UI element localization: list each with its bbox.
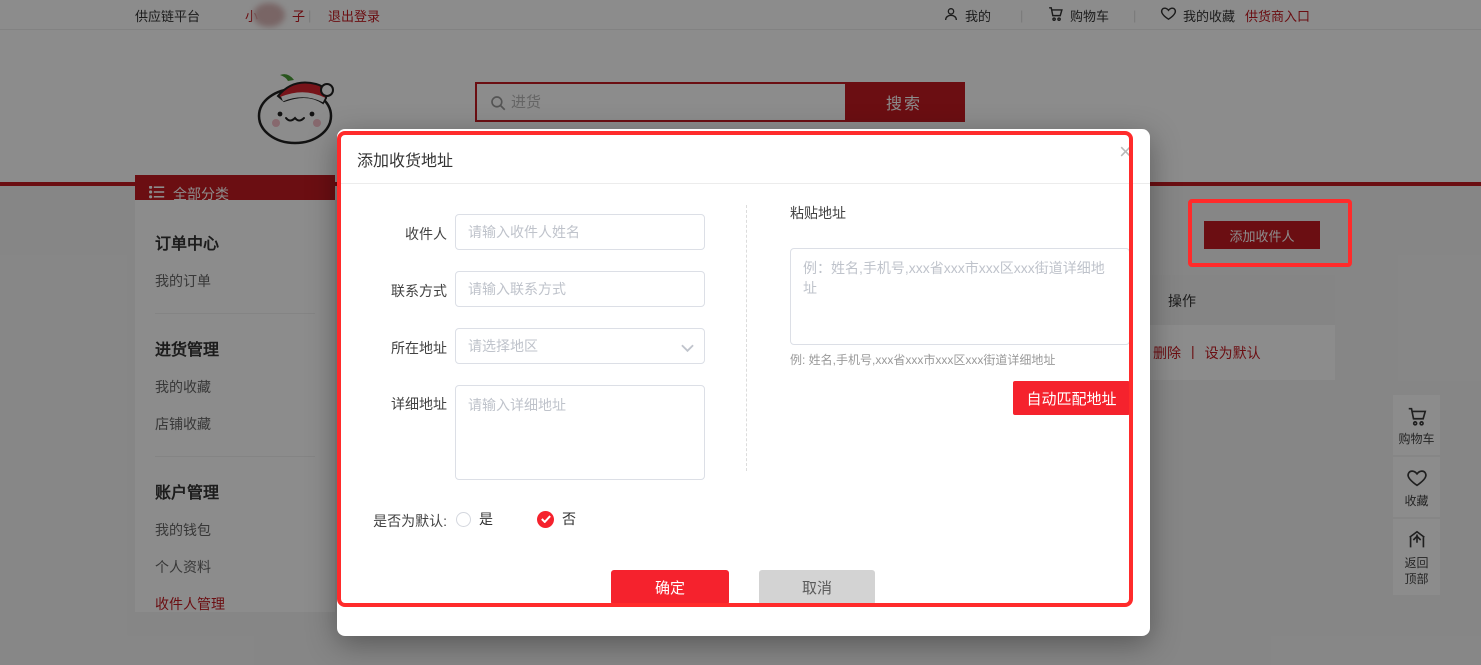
- modal-body: 收件人 联系方式 所在地址 详细地址 粘贴地址 例: 姓名,手机号,xxx省xx…: [337, 184, 1150, 636]
- contact-input[interactable]: [455, 271, 705, 307]
- is-default-label: 是否为默认:: [363, 511, 447, 531]
- cancel-button[interactable]: 取消: [759, 570, 875, 605]
- detail-address-textarea[interactable]: [455, 385, 705, 480]
- radio-yes[interactable]: [456, 512, 471, 527]
- contact-label: 联系方式: [363, 281, 447, 301]
- default-row: 是否为默认: 是 否: [337, 509, 757, 529]
- paste-address-label: 粘贴地址: [790, 203, 846, 223]
- check-icon: [541, 515, 551, 523]
- paste-helper-text: 例: 姓名,手机号,xxx省xxx市xxx区xxx街道详细地址: [790, 351, 1055, 368]
- confirm-button[interactable]: 确定: [611, 570, 729, 605]
- modal-header: 添加收货地址 ×: [337, 129, 1150, 184]
- region-label: 所在地址: [363, 338, 447, 358]
- radio-yes-label: 是: [479, 509, 493, 529]
- auto-match-address-button[interactable]: 自动匹配地址: [1013, 381, 1130, 415]
- paste-address-textarea[interactable]: [790, 248, 1130, 345]
- recipient-input[interactable]: [455, 214, 705, 250]
- add-address-modal: 添加收货地址 × 收件人 联系方式 所在地址 详细地址 粘贴地址 例: 姓名,手…: [337, 129, 1150, 636]
- region-select[interactable]: [455, 328, 705, 364]
- radio-no-checked[interactable]: [537, 511, 554, 528]
- detail-address-label: 详细地址: [363, 394, 447, 414]
- radio-no-label: 否: [562, 509, 576, 529]
- close-icon[interactable]: ×: [1119, 141, 1132, 163]
- recipient-label: 收件人: [363, 224, 447, 244]
- vertical-dashed-divider: [746, 205, 747, 471]
- modal-title: 添加收货地址: [357, 147, 453, 171]
- page-root: 供应链平台 小 子 | 退出登录 我的 | 购物车: [0, 0, 1481, 665]
